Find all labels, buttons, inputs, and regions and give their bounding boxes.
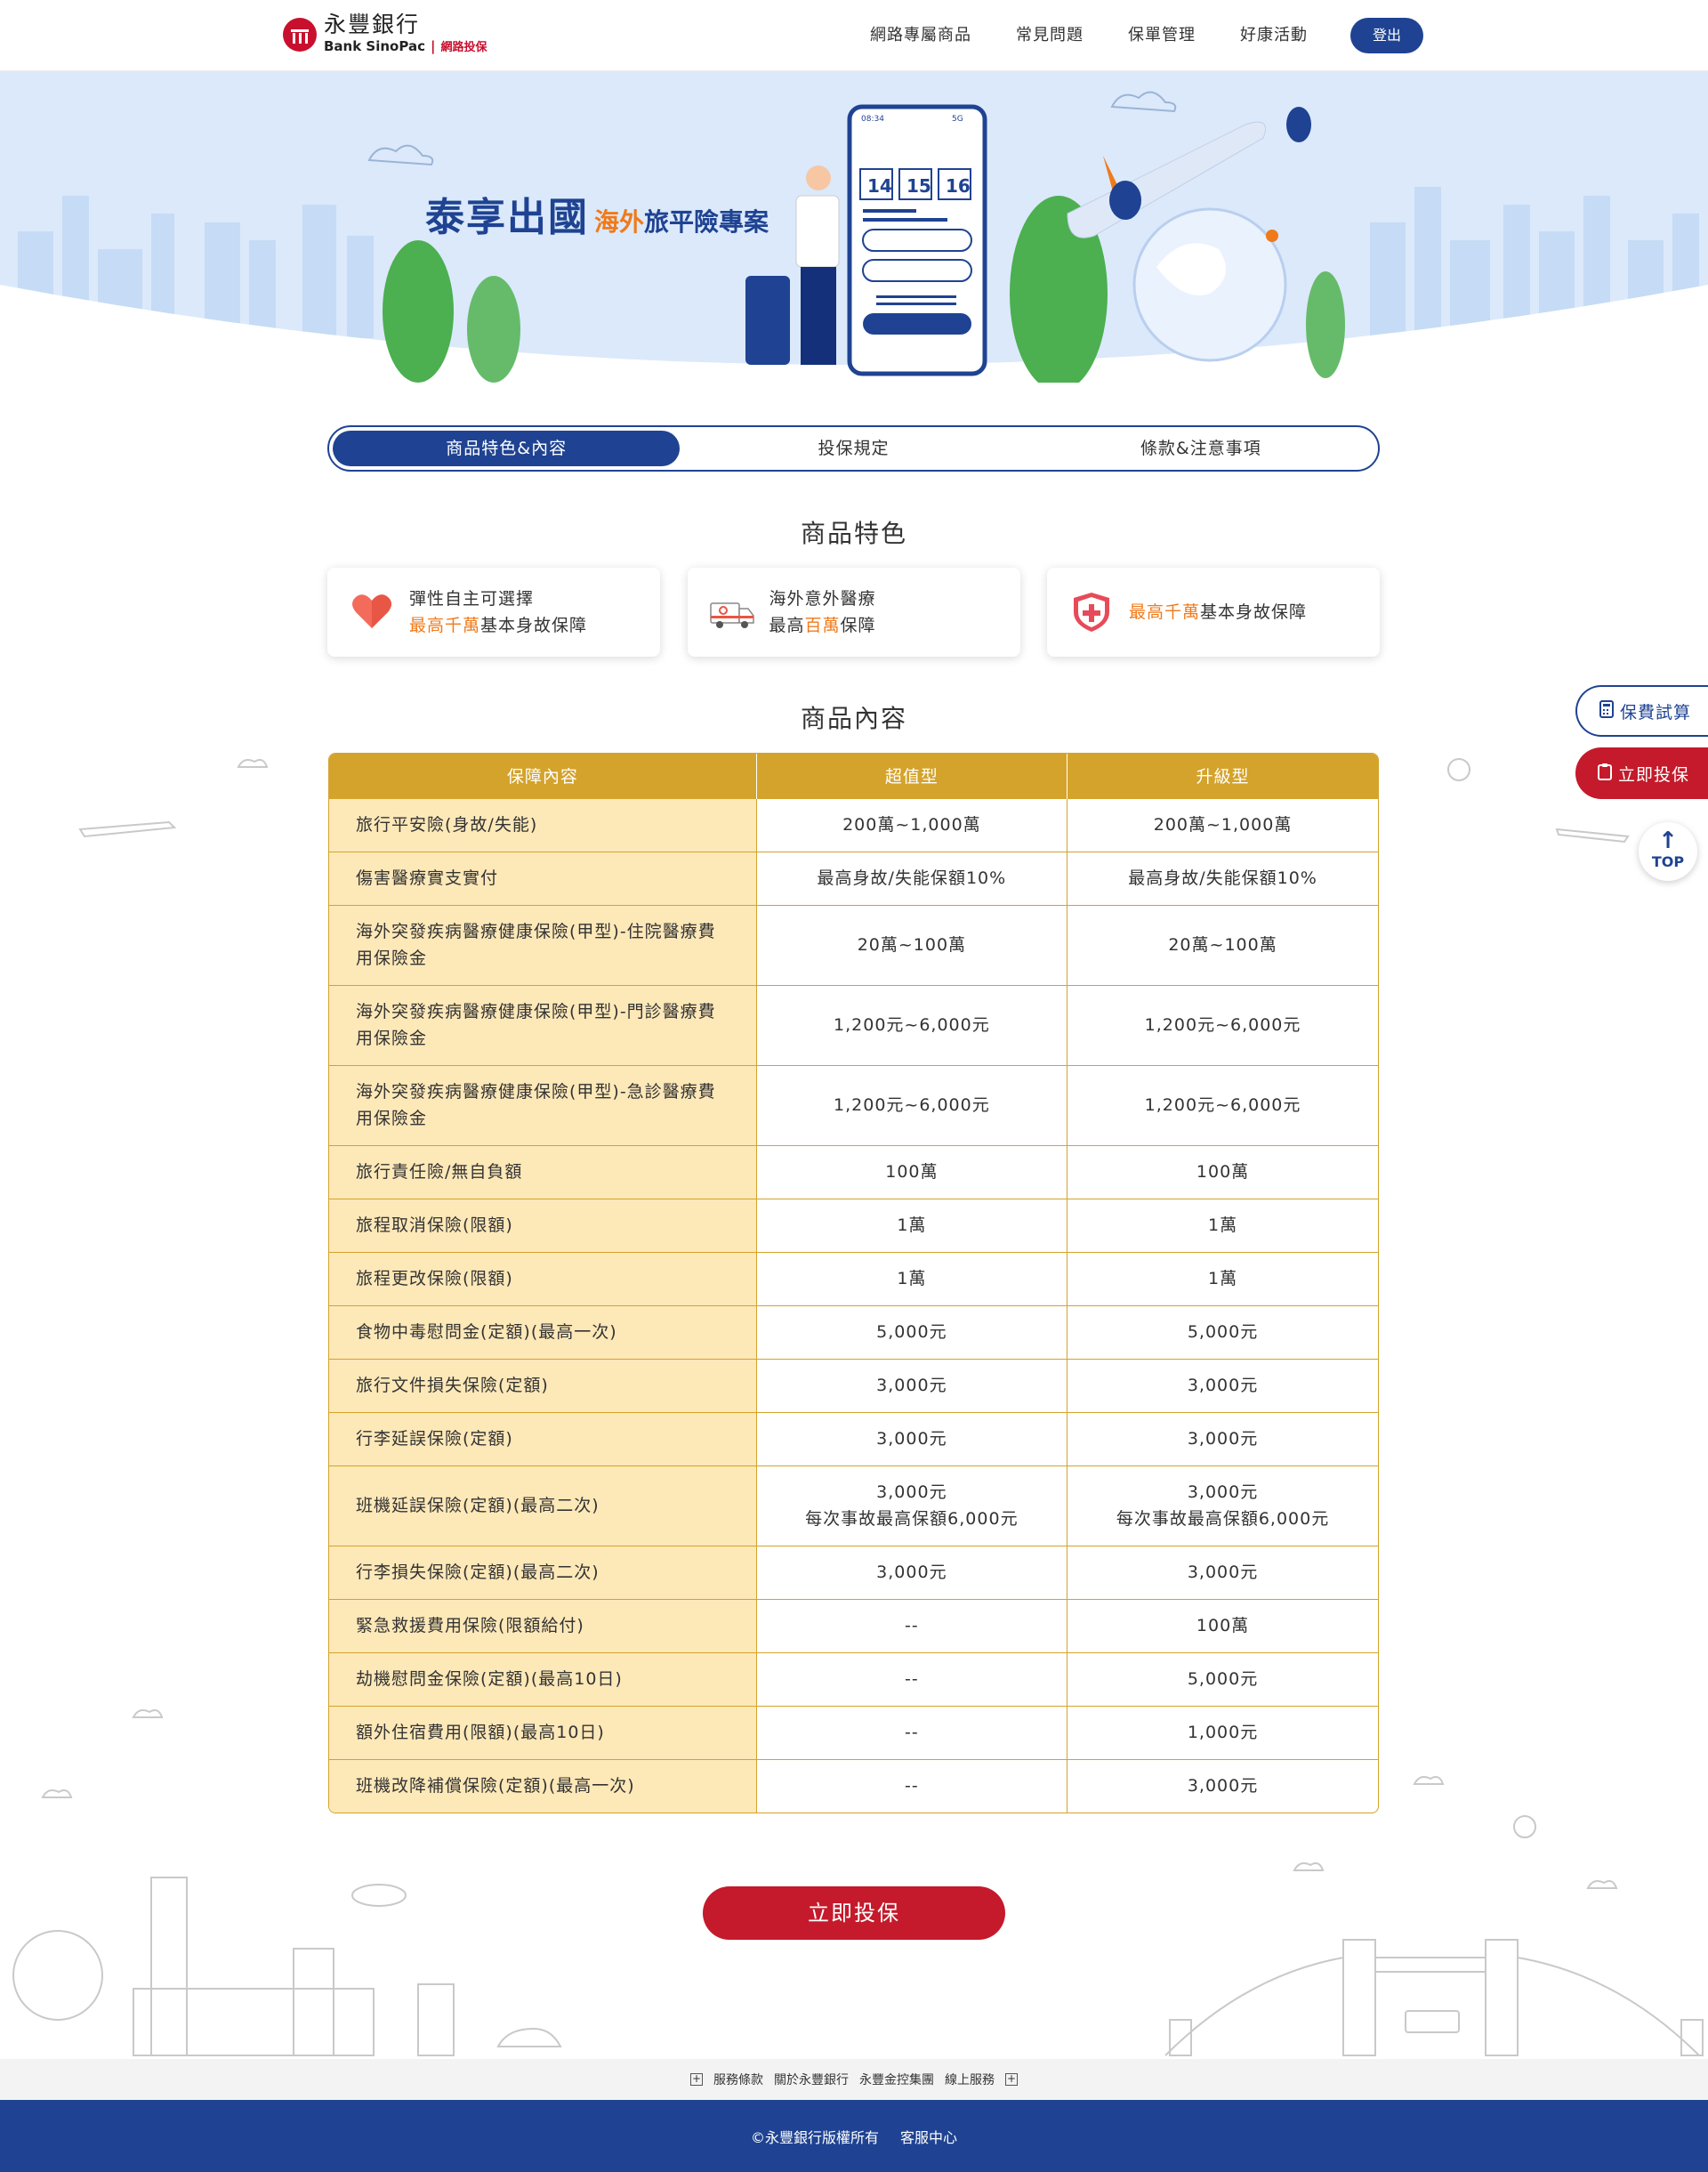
- back-to-top-label: TOP: [1651, 853, 1685, 870]
- copyright-text: ©永豐銀行版權所有: [750, 2128, 879, 2146]
- footer-bottom: ©永豐銀行版權所有 客服中心: [0, 2100, 1708, 2172]
- nav-promotions[interactable]: 好康活動: [1240, 18, 1308, 53]
- calculator-icon: [1599, 699, 1615, 723]
- feature-medical-highlight: 百萬: [804, 616, 841, 635]
- feature-flexible-rest: 基本身故保障: [480, 616, 588, 635]
- footer-links: + 服務條款 關於永豐銀行 永豐金控集團 線上服務 +: [0, 2059, 1708, 2100]
- feature-card-death-benefit: 最高千萬基本身故保障: [1047, 568, 1380, 657]
- site-header: 永豐銀行 Bank SinoPac | 網路投保 網路專屬商品 常見問題 保單管理 …: [0, 0, 1708, 71]
- apply-now-button[interactable]: 立即投保: [703, 1886, 1005, 1940]
- content-heading: 商品內容: [800, 704, 907, 733]
- bank-logo[interactable]: 永豐銀行 Bank SinoPac | 網路投保: [283, 12, 487, 57]
- tab-terms-notes[interactable]: 條款&注意事項: [1027, 431, 1374, 466]
- feature-medical-rest: 保障: [840, 616, 876, 635]
- arrow-up-icon: ↑: [1658, 828, 1678, 854]
- feature-cards: 彈性自主可選擇 最高千萬基本身故保障 海外意外醫療 最高百萬保障 最高千萬基本身…: [327, 568, 1380, 657]
- feature-card-flexible: 彈性自主可選擇 最高千萬基本身故保障: [327, 568, 660, 657]
- logo-subtitle: 網路投保: [440, 41, 487, 54]
- feature-card-medical: 海外意外醫療 最高百萬保障: [687, 568, 1020, 657]
- tab-features-content[interactable]: 商品特色&內容: [333, 431, 681, 466]
- heart-icon: [352, 594, 391, 628]
- logo-chinese-name: 永豐銀行: [324, 12, 421, 37]
- expand-plus-icon[interactable]: +: [690, 2073, 703, 2086]
- content-tabs: 商品特色&內容 投保規定 條款&注意事項: [327, 425, 1380, 472]
- logo-separator: |: [430, 38, 436, 54]
- phone-signal-text: 5G: [952, 115, 963, 124]
- main-nav: 網路專屬商品 常見問題 保單管理 好康活動 登出: [870, 18, 1423, 53]
- premium-calculator-label: 保費試算: [1620, 702, 1692, 723]
- date-14-text: 14: [867, 175, 892, 197]
- side-apply-button[interactable]: 立即投保: [1575, 747, 1708, 799]
- feature-medical-prefix: 最高: [769, 616, 805, 635]
- tab-insurance-rules[interactable]: 投保規定: [680, 431, 1027, 466]
- customer-service-link[interactable]: 客服中心: [900, 2126, 957, 2147]
- decorative-background-art: [12, 758, 1704, 2056]
- expand-plus-icon[interactable]: +: [1005, 2073, 1018, 2086]
- hero-banner: 08:34 5G 14 15 16 泰享出國 海外 旅平險專案: [0, 71, 1708, 383]
- footer-link-terms[interactable]: 服務條款: [713, 2071, 763, 2088]
- footer-link-online-service[interactable]: 線上服務: [945, 2071, 995, 2088]
- nav-exclusive-products[interactable]: 網路專屬商品: [870, 18, 971, 53]
- feature-flexible-line1: 彈性自主可選擇: [409, 589, 535, 609]
- banner-title-rest: 旅平險專案: [644, 207, 769, 237]
- side-apply-label: 立即投保: [1618, 764, 1690, 785]
- back-to-top-button[interactable]: ↑ TOP: [1639, 822, 1697, 881]
- date-16-text: 16: [946, 175, 971, 197]
- premium-calculator-button[interactable]: 保費試算: [1575, 685, 1708, 737]
- clipboard-icon: [1597, 763, 1613, 785]
- banner-title: 泰享出國 海外 旅平險專案: [425, 185, 769, 242]
- shield-icon: [1074, 593, 1109, 632]
- nav-policy-management[interactable]: 保單管理: [1128, 18, 1196, 53]
- sinopac-logo-icon: [283, 18, 317, 52]
- ambulance-icon: [709, 602, 754, 628]
- features-heading: 商品特色: [800, 519, 907, 548]
- nav-faq[interactable]: 常見問題: [1016, 18, 1084, 53]
- footer-link-about[interactable]: 關於永豐銀行: [774, 2071, 849, 2088]
- feature-medical-line1: 海外意外醫療: [769, 589, 876, 609]
- phone-time-text: 08:34: [861, 115, 884, 124]
- feature-flexible-highlight: 最高千萬: [409, 616, 481, 635]
- feature-death-highlight: 最高千萬: [1129, 602, 1201, 622]
- banner-illustration: 08:34 5G 14 15 16: [0, 71, 1708, 383]
- banner-title-orange: 海外: [594, 207, 645, 237]
- banner-title-main: 泰享出國: [425, 195, 589, 240]
- logout-button[interactable]: 登出: [1350, 18, 1423, 53]
- logo-english-name: Bank SinoPac: [324, 38, 425, 54]
- date-15-text: 15: [906, 175, 931, 197]
- feature-death-rest: 基本身故保障: [1200, 602, 1308, 622]
- footer-link-group[interactable]: 永豐金控集團: [859, 2071, 934, 2088]
